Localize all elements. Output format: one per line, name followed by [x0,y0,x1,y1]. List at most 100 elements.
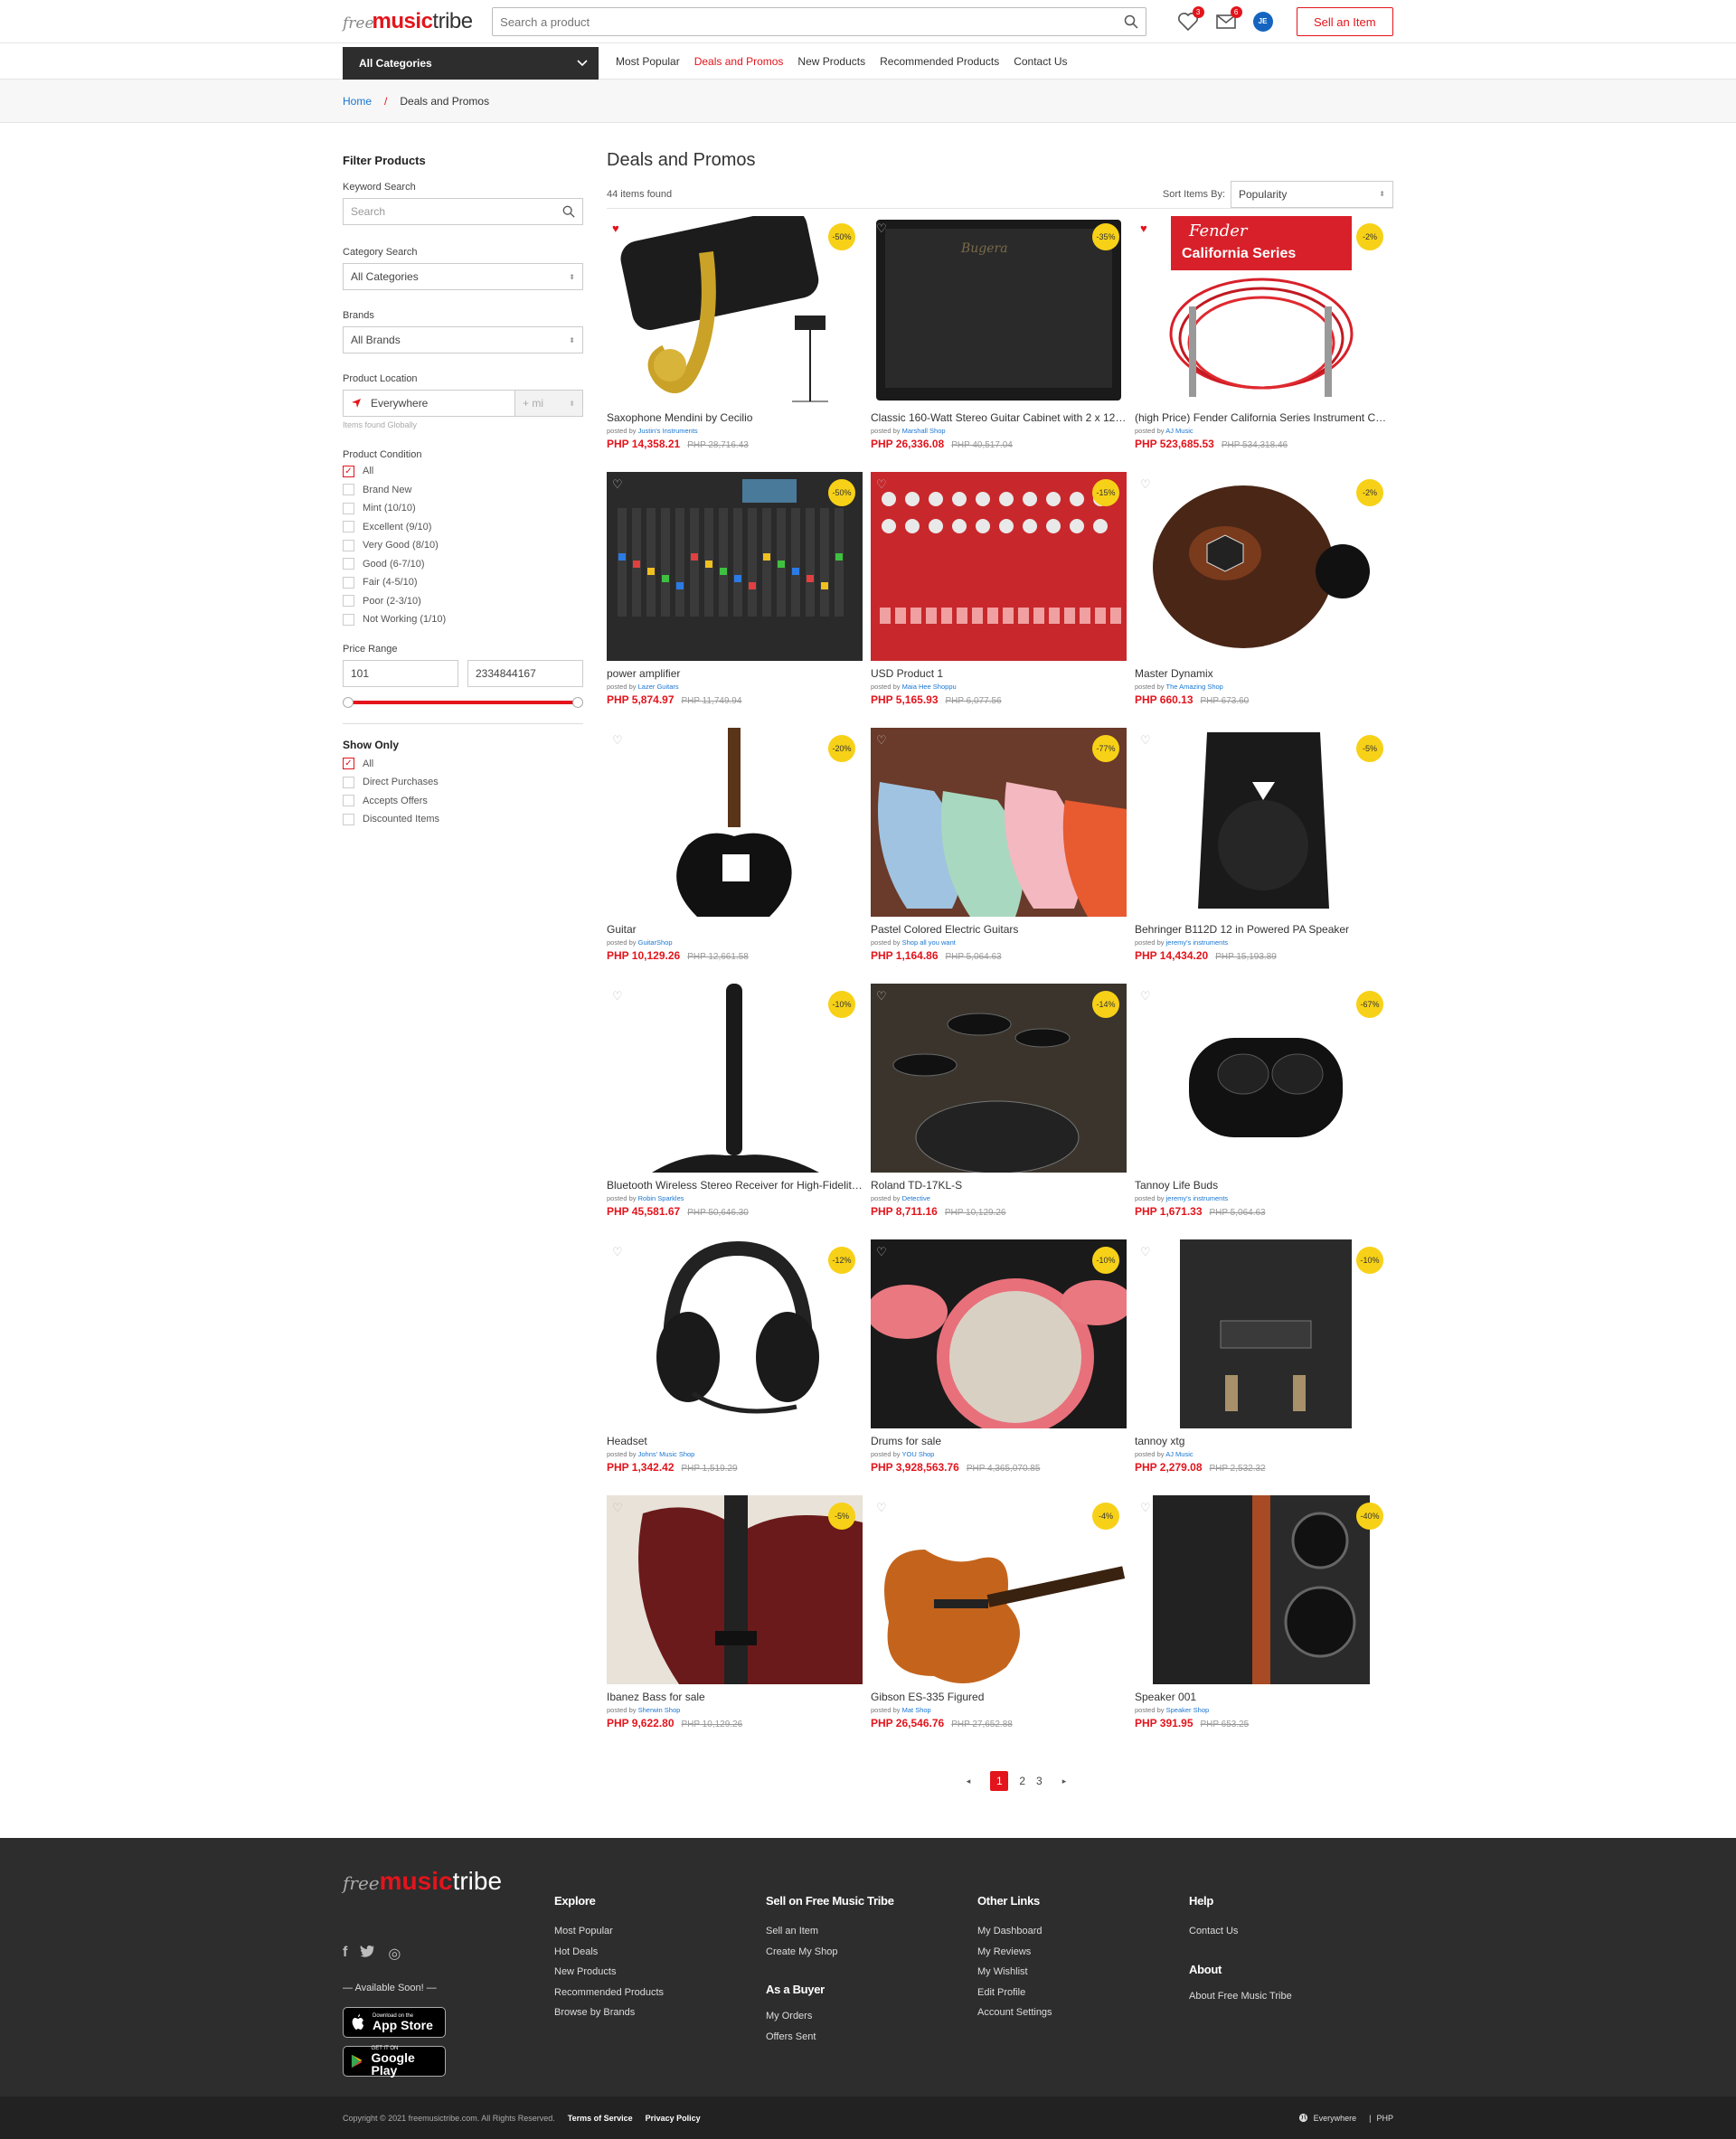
conditions-option[interactable]: Fair (4-5/10) [343,573,583,592]
currency-selector[interactable]: PHP [1376,2114,1393,2123]
heart-filled-icon[interactable]: ♥ [1140,221,1147,235]
product-name[interactable]: Drums for sale [871,1435,1127,1447]
checkbox-icon[interactable] [343,595,354,608]
shop-link[interactable]: YOU Shop [901,1450,934,1458]
heart-icon[interactable]: ♡ [876,1501,887,1515]
product-name[interactable]: tannoy xtg [1135,1435,1391,1447]
nav-link-deals-and-promos[interactable]: Deals and Promos [694,55,784,68]
product-image[interactable]: ♡ -2% [1135,472,1391,661]
search-icon[interactable] [562,205,575,218]
heart-icon[interactable]: ♡ [1140,1501,1151,1515]
heart-icon[interactable]: ♡ [876,733,887,748]
product-image[interactable]: ♡ -10% [871,1239,1127,1428]
shop-link[interactable]: Lazer Guitars [638,683,679,691]
checkbox-icon[interactable] [343,539,354,551]
product-card[interactable]: ♡ -10% Drums for sale posted by YOU Shop PHP… [871,1239,1127,1495]
shop-link[interactable]: Detective [902,1194,930,1202]
footer-link[interactable]: Contact Us [1189,1926,1292,1946]
shop-link[interactable]: jeremy's instruments [1166,938,1229,947]
product-card[interactable]: ♡ -12% Headset posted by Johns' Music Shop P… [607,1239,863,1495]
next-page-icon[interactable]: ▸ [1062,1776,1067,1786]
footer-link[interactable]: Browse by Brands [554,2007,664,2028]
heart-icon[interactable]: ♡ [612,1501,623,1515]
product-name[interactable]: Roland TD-17KL-S [871,1179,1127,1192]
instagram-icon[interactable]: ◎ [388,1945,401,1963]
conditions-option[interactable]: Mint (10/10) [343,499,583,518]
shop-link[interactable]: Speaker Shop [1166,1706,1210,1714]
heart-icon[interactable]: ♡ [1140,1245,1151,1259]
product-image[interactable]: ♥ -50% [607,216,863,405]
facebook-icon[interactable]: f [343,1945,347,1963]
show_only-option[interactable]: Discounted Items [343,810,583,829]
conditions-option[interactable]: Good (6-7/10) [343,555,583,574]
product-image[interactable]: ♡ -15% [871,472,1127,661]
shop-link[interactable]: Mat Shop [902,1706,931,1714]
footer-link[interactable]: My Reviews [977,1946,1052,1967]
checkbox-icon[interactable] [343,521,354,533]
footer-link[interactable]: My Orders [766,2011,894,2031]
product-card[interactable]: ♡ -5% Behringer B112D 12 in Powered PA Spe… [1135,728,1391,984]
distance-input[interactable]: + mi ⬍ [514,390,583,417]
shop-link[interactable]: jeremy's instruments [1166,1194,1229,1202]
product-card[interactable]: ♡ -10% tannoy xtg posted by AJ Music PHP 2,2… [1135,1239,1391,1495]
footer-link[interactable]: Most Popular [554,1926,664,1946]
product-image[interactable]: Bugera ♡ -35% [871,216,1127,405]
twitter-icon[interactable] [360,1945,375,1957]
shop-link[interactable]: AJ Music [1165,1450,1193,1458]
page-link[interactable]: 3 [1036,1775,1043,1787]
checkbox-icon[interactable] [343,795,354,807]
heart-icon[interactable]: ♡ [1140,989,1151,1004]
conditions-option[interactable]: Excellent (9/10) [343,518,583,537]
product-image[interactable]: ♡ -10% [1135,1239,1391,1428]
shop-link[interactable]: Robin Sparkles [638,1194,684,1202]
footer-link[interactable]: My Wishlist [977,1966,1052,1987]
footer-link[interactable]: Account Settings [977,2007,1052,2028]
checkbox-icon[interactable] [343,502,354,514]
wishlist-button[interactable]: 3 [1177,6,1204,32]
nav-link-most-popular[interactable]: Most Popular [616,55,680,68]
product-image[interactable]: ♡ -77% [871,728,1127,917]
shop-link[interactable]: Justin's Instruments [638,427,698,435]
product-name[interactable]: Saxophone Mendini by Cecilio [607,411,863,424]
checkbox-checked-icon[interactable]: ✓ [343,758,354,770]
conditions-option[interactable]: ✓ All [343,462,583,481]
product-name[interactable]: (high Price) Fender California Series In… [1135,411,1391,424]
product-name[interactable]: power amplifier [607,667,863,680]
footer-link[interactable]: Sell an Item [766,1926,894,1946]
footer-link[interactable]: Edit Profile [977,1987,1052,2008]
sort-select[interactable]: Popularity ⬍ [1231,180,1393,208]
product-image[interactable]: ♡ -50% [607,472,863,661]
product-card[interactable]: ♡ -5% Ibanez Bass for sale posted by Sherwi… [607,1495,863,1751]
product-card[interactable]: ♡ -4% Gibson ES-335 Figured posted by Mat S… [871,1495,1127,1751]
checkbox-icon[interactable] [343,776,354,788]
product-image[interactable]: ♡ -5% [607,1495,863,1684]
heart-icon[interactable]: ♡ [612,477,623,492]
product-name[interactable]: Ibanez Bass for sale [607,1691,863,1703]
user-avatar[interactable]: JE [1252,12,1273,32]
footer-logo[interactable]: free music tribe [343,1867,502,1896]
product-image[interactable]: ♡ -5% [1135,728,1391,917]
heart-icon[interactable]: ♡ [612,989,623,1004]
terms-link[interactable]: Terms of Service [568,2114,633,2123]
product-name[interactable]: Master Dynamix [1135,667,1391,680]
product-name[interactable]: Guitar [607,923,863,936]
app-store-badge[interactable]: Download on the App Store [343,2007,446,2038]
product-card[interactable]: ♡ -10% Bluetooth Wireless Stereo Receiver … [607,984,863,1239]
product-name[interactable]: Speaker 001 [1135,1691,1391,1703]
product-card[interactable]: ♡ -20% Guitar posted by GuitarShop PHP 10,12… [607,728,863,984]
product-card[interactable]: ♥ -50% Saxophone Mendini by Cecilio posted … [607,216,863,472]
conditions-option[interactable]: Poor (2-3/10) [343,592,583,611]
product-card[interactable]: ♡ -67% Tannoy Life Buds posted by jeremy's … [1135,984,1391,1239]
price-slider[interactable] [343,696,583,709]
page-link[interactable]: 2 [1019,1775,1025,1787]
product-image[interactable]: ♡ -20% [607,728,863,917]
heart-icon[interactable]: ♡ [876,221,887,236]
conditions-option[interactable]: Brand New [343,481,583,500]
conditions-option[interactable]: Not Working (1/10) [343,610,583,629]
breadcrumb-home-link[interactable]: Home [343,95,372,108]
category-select[interactable]: All Categories ⬍ [343,263,583,290]
messages-button[interactable]: 6 [1215,6,1242,32]
footer-link[interactable]: Create My Shop [766,1946,894,1967]
show_only-option[interactable]: Accepts Offers [343,792,583,811]
search-icon[interactable] [1124,14,1138,29]
